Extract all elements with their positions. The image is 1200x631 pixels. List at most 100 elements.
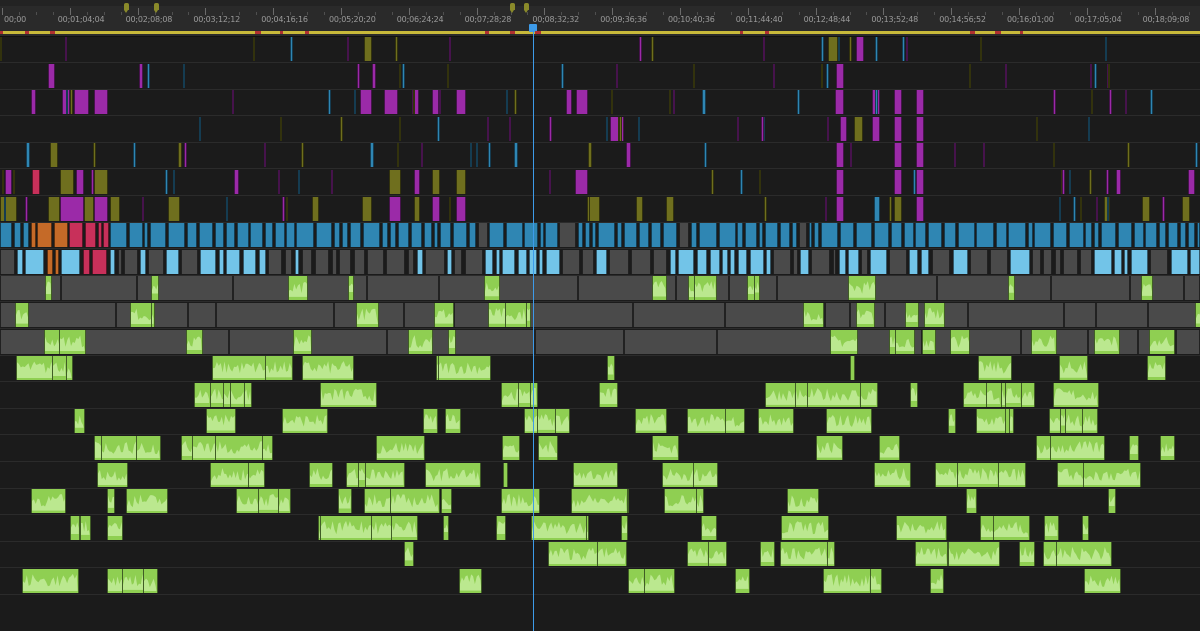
video-clip[interactable] xyxy=(574,170,588,194)
video-clip[interactable] xyxy=(1124,90,1128,115)
audio-clip[interactable] xyxy=(1008,276,1016,301)
video-clip[interactable] xyxy=(679,223,689,248)
video-clip[interactable] xyxy=(70,90,73,115)
video-clip[interactable] xyxy=(1090,90,1094,115)
video-clip[interactable] xyxy=(772,63,775,88)
video-clip[interactable] xyxy=(894,116,903,141)
video-clip[interactable] xyxy=(737,249,748,274)
video-clip[interactable] xyxy=(454,249,463,274)
audio-clip[interactable] xyxy=(73,409,85,434)
video-clip[interactable] xyxy=(799,249,809,274)
video-clip[interactable] xyxy=(489,223,505,248)
video-clip[interactable] xyxy=(37,223,52,248)
video-clip[interactable] xyxy=(148,249,164,274)
video-clip[interactable] xyxy=(855,37,864,61)
video-clip[interactable] xyxy=(808,223,813,248)
audio-clip[interactable] xyxy=(878,436,901,460)
video-clip[interactable] xyxy=(168,223,186,248)
video-clip[interactable] xyxy=(1080,249,1092,274)
video-clip[interactable] xyxy=(559,223,576,248)
video-clip[interactable] xyxy=(651,223,661,248)
audio-clip[interactable] xyxy=(287,276,309,301)
audio-clip[interactable] xyxy=(757,409,794,434)
video-clip[interactable] xyxy=(1095,196,1098,221)
video-clip[interactable] xyxy=(422,329,536,354)
video-clip[interactable] xyxy=(548,170,551,194)
video-clip[interactable] xyxy=(367,276,440,301)
video-clip[interactable] xyxy=(258,249,266,274)
video-clip[interactable] xyxy=(386,249,406,274)
audio-clip[interactable] xyxy=(257,489,280,514)
video-clip[interactable] xyxy=(758,223,764,248)
video-clip[interactable] xyxy=(1130,249,1148,274)
video-clip[interactable] xyxy=(139,63,143,88)
video-clip[interactable] xyxy=(1004,63,1007,88)
video-clip[interactable] xyxy=(758,170,762,194)
video-clip[interactable] xyxy=(25,249,45,274)
video-clip[interactable] xyxy=(730,249,736,274)
video-clip[interactable] xyxy=(13,223,21,248)
video-clip[interactable] xyxy=(587,196,590,221)
video-clip[interactable] xyxy=(779,223,791,248)
video-clip[interactable] xyxy=(1053,90,1056,115)
audio-clip[interactable] xyxy=(408,329,434,354)
audio-clip[interactable] xyxy=(230,382,245,407)
video-clip[interactable] xyxy=(588,196,600,221)
audio-clip[interactable] xyxy=(488,303,507,327)
video-clip[interactable] xyxy=(528,303,633,327)
video-clip[interactable] xyxy=(432,196,441,221)
video-clip[interactable] xyxy=(425,249,445,274)
video-clip[interactable] xyxy=(412,90,416,115)
audio-clip[interactable] xyxy=(1195,303,1200,327)
video-track-8[interactable] xyxy=(0,222,1200,250)
video-clip[interactable] xyxy=(61,249,81,274)
video-clip[interactable] xyxy=(722,249,728,274)
video-clip[interactable] xyxy=(1129,276,1185,301)
video-clip[interactable] xyxy=(456,170,466,194)
video-clip[interactable] xyxy=(631,249,651,274)
audio-track-5[interactable] xyxy=(0,382,1200,409)
video-clip[interactable] xyxy=(623,329,718,354)
video-clip[interactable] xyxy=(651,37,654,61)
video-clip[interactable] xyxy=(399,116,402,141)
audio-clip[interactable] xyxy=(1146,356,1167,381)
video-clip[interactable] xyxy=(464,249,483,274)
video-clip[interactable] xyxy=(861,249,868,274)
audio-clip[interactable] xyxy=(443,515,450,540)
video-clip[interactable] xyxy=(439,276,487,301)
video-clip[interactable] xyxy=(505,223,523,248)
audio-clip[interactable] xyxy=(644,569,676,593)
video-clip[interactable] xyxy=(286,223,295,248)
video-clip[interactable] xyxy=(792,223,797,248)
audio-clip[interactable] xyxy=(390,489,440,514)
video-clip[interactable] xyxy=(50,143,58,168)
video-clip[interactable] xyxy=(328,90,331,115)
audio-clip[interactable] xyxy=(209,462,250,487)
audio-clip[interactable] xyxy=(856,303,875,327)
video-clip[interactable] xyxy=(55,249,60,274)
video-clip[interactable] xyxy=(545,249,560,274)
video-clip[interactable] xyxy=(749,249,764,274)
video-clip[interactable] xyxy=(1133,223,1144,248)
video-clip[interactable] xyxy=(894,90,903,115)
video-clip[interactable] xyxy=(577,223,584,248)
video-clip[interactable] xyxy=(826,63,829,88)
video-clip[interactable] xyxy=(624,223,638,248)
video-clip[interactable] xyxy=(226,249,241,274)
video-clip[interactable] xyxy=(1170,249,1188,274)
audio-track-2[interactable] xyxy=(0,302,1200,329)
audio-clip[interactable] xyxy=(440,489,453,514)
video-clip[interactable] xyxy=(576,90,588,115)
video-clip[interactable] xyxy=(166,249,179,274)
video-clip[interactable] xyxy=(692,63,696,88)
video-clip[interactable] xyxy=(402,63,405,88)
audio-clip[interactable] xyxy=(404,542,415,567)
video-clip[interactable] xyxy=(1142,196,1150,221)
audio-track-6[interactable] xyxy=(0,408,1200,436)
video-clip[interactable] xyxy=(231,90,234,115)
video-track-9[interactable] xyxy=(0,249,1200,276)
video-clip[interactable] xyxy=(1032,249,1041,274)
audio-track-8[interactable] xyxy=(0,462,1200,489)
video-clip[interactable] xyxy=(110,196,120,221)
video-clip[interactable] xyxy=(920,249,930,274)
